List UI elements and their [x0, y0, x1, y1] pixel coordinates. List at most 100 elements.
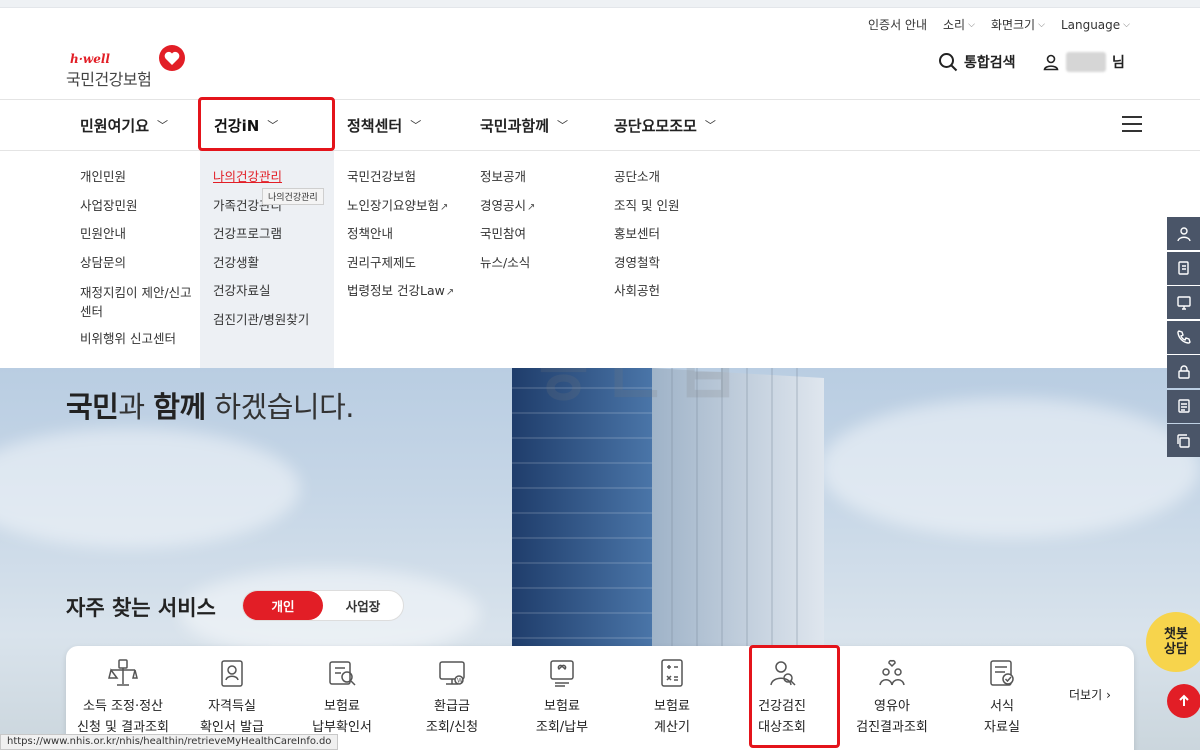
hero-title-bold: 함께	[153, 390, 206, 424]
hero-banner: ㅎㄷㅂ 국민과 함께 하겠습니다. 자주 찾는 서비스 개인 사업장 소득 조정…	[0, 368, 1200, 750]
service-label: 보험료 조회/납부	[507, 696, 617, 738]
service-label: 영유아검진결과조회	[837, 696, 947, 738]
quick-user-icon[interactable]	[1167, 217, 1200, 250]
menu-link[interactable]: 비위행위 신고센터	[80, 331, 200, 360]
gnb-item-about[interactable]: 공단요모조모 ﹀	[614, 100, 716, 150]
quick-document-icon[interactable]	[1167, 251, 1200, 285]
service-refund[interactable]: W 환급금 조회/신청	[397, 646, 507, 750]
mega-col-civil: 개인민원 사업장민원 민원안내 상담문의 재정지킴이 제안/신고센터 비위행위 …	[80, 151, 200, 360]
heart-logo-icon	[159, 45, 185, 71]
quick-copy-icon[interactable]	[1167, 424, 1200, 457]
menu-link[interactable]: 재정지킴이 제안/신고센터	[80, 283, 195, 331]
quick-list-icon[interactable]	[1167, 389, 1200, 423]
chatbot-button[interactable]: 챗봇 상담	[1146, 612, 1200, 672]
service-premium-pay[interactable]: 보험료 조회/납부	[507, 646, 617, 750]
mega-menu: 개인민원 사업장민원 민원안내 상담문의 재정지킴이 제안/신고센터 비위행위 …	[0, 151, 1200, 368]
service-label: 소득 조정·정산 신청 및 결과조회	[68, 696, 178, 738]
integrated-search-button[interactable]: 통합검색	[938, 52, 1016, 72]
menu-link[interactable]: 사회공헌	[614, 283, 744, 312]
mega-col-health-in: 나의건강관리 가족건강관리 건강프로그램 건강생활 건강자료실 검진기관/병원찾…	[200, 151, 334, 368]
gnb-label: 민원여기요	[80, 116, 150, 135]
menu-link[interactable]: 국민참여	[480, 226, 610, 255]
service-infant-checkup[interactable]: 영유아검진결과조회	[837, 646, 947, 750]
toggle-business[interactable]: 사업장	[323, 591, 403, 620]
menu-link[interactable]: 공단소개	[614, 169, 744, 198]
menu-link[interactable]: 경영철학	[614, 255, 744, 284]
toggle-personal[interactable]: 개인	[243, 591, 323, 620]
nhis-logo[interactable]: h·well 국민건강보험	[66, 44, 196, 89]
service-label-line: 소득 조정·정산	[82, 699, 164, 714]
logo-tagline: h·well	[70, 52, 110, 66]
more-label: 더보기	[1069, 688, 1103, 702]
quick-lock-icon[interactable]	[1167, 355, 1200, 388]
service-label-line: 건강검진	[758, 699, 806, 714]
screen-size-dropdown[interactable]: 화면크기 ⌵	[991, 16, 1045, 33]
quick-monitor-icon[interactable]	[1167, 286, 1200, 319]
menu-link[interactable]: 건강프로그램	[213, 226, 334, 255]
external-link-icon: ↗	[445, 287, 455, 298]
service-checkup-target[interactable]: 건강검진대상조회	[727, 646, 837, 750]
menu-link[interactable]: 권리구제제도	[347, 255, 477, 284]
menu-link[interactable]: 검진기관/병원찾기	[213, 312, 334, 341]
util-label: 소리	[943, 18, 966, 32]
cloud-decoration	[820, 398, 1200, 538]
user-menu[interactable]: 님	[1042, 52, 1125, 72]
chevron-down-icon: ⌵	[1123, 19, 1130, 30]
chevron-down-icon: ﹀	[157, 119, 169, 132]
service-label-line: 조회/신청	[425, 720, 479, 735]
chevron-down-icon: ⌵	[968, 19, 975, 30]
language-dropdown[interactable]: Language ⌵	[1061, 16, 1130, 33]
menu-link[interactable]: 사업장민원	[80, 198, 200, 227]
external-link-icon: ↗	[440, 201, 449, 213]
mega-col-policy: 국민건강보험 노인장기요양보험↗ 정책안내 권리구제제도 법령정보 건강Law↗	[347, 151, 477, 312]
menu-link[interactable]: 개인민원	[80, 169, 200, 198]
service-label: 건강검진대상조회	[727, 696, 837, 738]
chevron-down-icon: ﹀	[267, 119, 279, 132]
chevron-down-icon: ﹀	[410, 119, 422, 132]
service-forms[interactable]: 서식 자료실	[947, 646, 1057, 750]
menu-link-label: 경영공시	[480, 197, 527, 213]
calculator-icon	[661, 659, 683, 687]
menu-link-label: 노인장기요양보험	[347, 197, 440, 213]
menu-link[interactable]: 국민건강보험	[347, 169, 477, 198]
scroll-top-button[interactable]	[1167, 684, 1200, 718]
more-services-link[interactable]: 더보기 ›	[1069, 686, 1111, 703]
forms-icon	[990, 660, 1014, 686]
service-label-line: 대상조회	[758, 720, 806, 735]
watermark-overlay: ㅎㄷㅂ	[530, 368, 747, 423]
menu-link[interactable]: 뉴스/소식	[480, 255, 610, 284]
menu-link[interactable]: 조직 및 인원	[614, 198, 744, 227]
menu-link[interactable]: 정보공개	[480, 169, 610, 198]
service-label-line: 보험료	[654, 699, 690, 714]
menu-link-external[interactable]: 노인장기요양보험↗	[347, 198, 477, 227]
menu-link[interactable]: 홍보센터	[614, 226, 744, 255]
quick-phone-icon[interactable]	[1167, 320, 1200, 354]
menu-link[interactable]: 민원안내	[80, 226, 200, 255]
service-label: 보험료 계산기	[617, 696, 727, 738]
menu-link[interactable]: 건강자료실	[213, 283, 334, 312]
gnb-label: 국민과함께	[480, 116, 550, 135]
gnb-item-civil[interactable]: 민원여기요 ﹀	[80, 100, 168, 150]
menu-link-external[interactable]: 법령정보 건강Law↗	[347, 283, 477, 312]
user-name-redacted	[1066, 52, 1106, 72]
sound-dropdown[interactable]: 소리 ⌵	[943, 16, 975, 33]
cloud-decoration	[0, 428, 300, 548]
menu-link[interactable]: 건강생활	[213, 255, 334, 284]
service-label-line: 영유아	[874, 699, 910, 714]
service-label-line: 환급금	[434, 699, 470, 714]
external-link-icon: ↗	[527, 201, 536, 213]
util-label: 화면크기	[990, 18, 1036, 32]
menu-link[interactable]: 상담문의	[80, 255, 200, 284]
service-label-line: 검진결과조회	[856, 720, 928, 735]
gnb-item-policy[interactable]: 정책센터 ﹀	[347, 100, 421, 150]
gnb-item-health-in[interactable]: 건강iN ﹀	[214, 100, 278, 150]
menu-link[interactable]: 정책안내	[347, 226, 477, 255]
hamburger-menu-icon[interactable]	[1122, 116, 1142, 132]
cert-guide-link[interactable]: 인증서 안내	[868, 16, 927, 33]
service-premium-calculator[interactable]: 보험료 계산기	[617, 646, 727, 750]
gnb-item-with-people[interactable]: 국민과함께 ﹀	[480, 100, 568, 150]
util-label: 인증서 안내	[868, 18, 928, 32]
logo-name: 국민건강보험	[66, 70, 152, 89]
service-label: 환급금조회/신청	[397, 696, 507, 738]
menu-link-external[interactable]: 경영공시↗	[480, 198, 610, 227]
